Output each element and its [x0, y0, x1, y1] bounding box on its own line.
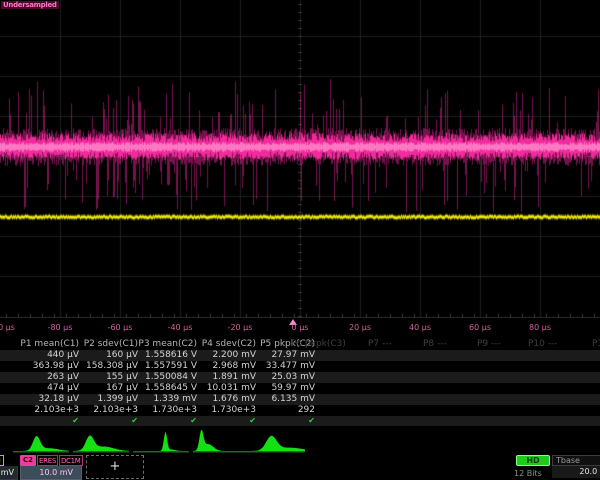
histicon[interactable]	[249, 430, 305, 454]
param-header-inactive[interactable]: P10 ---	[528, 339, 557, 350]
measure-cell: 10.031 mV	[197, 383, 256, 394]
param-header-inactive[interactable]: P8 ---	[423, 339, 447, 350]
measure-cell: 2.103e+3	[20, 405, 79, 416]
histicon[interactable]	[13, 430, 69, 454]
measure-cell: 440 µV	[20, 350, 79, 361]
param-header-p1[interactable]: P1 mean(C1)	[20, 339, 79, 350]
param-header-inactive[interactable]: P7 ---	[368, 339, 392, 350]
measure-row-max: 474 µV 167 µV 1.558645 V 10.031 mV 59.97…	[0, 383, 600, 394]
measure-cell: 1.730e+3	[197, 405, 256, 416]
timebase-value: 20.0 µs	[552, 466, 600, 478]
measurement-table: P1 mean(C1) P2 sdev(C1) P3 mean(C2) P4 s…	[0, 339, 600, 426]
time-axis-label: -60 µs	[108, 323, 133, 332]
measure-cell: 158.308 µV	[79, 361, 138, 372]
histicon-strip	[0, 428, 600, 455]
measure-cell: 1.558645 V	[138, 383, 197, 394]
timebase-descriptor[interactable]: Tbase 20.0 µs	[552, 455, 600, 478]
time-axis-label: -40 µs	[168, 323, 193, 332]
waveform-grid[interactable]: Undersampled	[0, 0, 600, 318]
status-check-icon: ✔	[20, 416, 79, 426]
histicon[interactable]	[133, 430, 189, 454]
status-check-icon: ✔	[79, 416, 138, 426]
channel-c2-scale: 10.0 mV	[20, 466, 82, 480]
measure-cell: 292	[256, 405, 315, 416]
measure-header-row: P1 mean(C1) P2 sdev(C1) P3 mean(C2) P4 s…	[0, 339, 600, 350]
time-axis-label: 60 µs	[469, 323, 491, 332]
time-axis-label: 20 µs	[349, 323, 371, 332]
oscilloscope-screen: Undersampled -100 µs -80 µs -60 µs -40 µs -2…	[0, 0, 600, 480]
measure-cell: 1.676 mV	[197, 394, 256, 405]
timebase-label: Tbase	[552, 455, 600, 466]
channel-c1-scale: 50.0 mV	[0, 466, 18, 480]
channel-c2-tab[interactable]: C2 ERES DC1M	[20, 455, 82, 466]
measure-cell: 25.03 mV	[256, 372, 315, 383]
channel-c2-descriptor[interactable]: C2 ERES DC1M 10.0 mV	[20, 455, 82, 480]
channel-c1-descriptor[interactable]: C1 DC1M 50.0 mV	[0, 455, 18, 480]
time-axis-label: -20 µs	[228, 323, 253, 332]
channel-c1-tab[interactable]: C1 DC1M	[0, 455, 18, 466]
measure-cell: 1.558616 V	[138, 350, 197, 361]
descriptor-bar: C1 DC1M 50.0 mV C2 ERES DC1M 10.0 mV + H…	[0, 455, 600, 480]
time-axis-label: -100 µs	[0, 323, 15, 332]
measure-cell: 2.103e+3	[79, 405, 138, 416]
measure-cell: 59.97 mV	[256, 383, 315, 394]
measure-cell: 1.339 mV	[138, 394, 197, 405]
measure-cell: 1.557591 V	[138, 361, 197, 372]
channel-c2-eres-badge: ERES	[37, 455, 58, 466]
measure-cell: 155 µV	[79, 372, 138, 383]
histicon[interactable]	[73, 430, 129, 454]
measure-row-value: 440 µV 160 µV 1.558616 V 2.200 mV 27.97 …	[0, 350, 600, 361]
status-check-icon: ✔	[197, 416, 256, 426]
measure-row-status: ✔ ✔ ✔ ✔ ✔	[0, 416, 600, 426]
measure-cell: 263 µV	[20, 372, 79, 383]
measure-row-num: 2.103e+3 2.103e+3 1.730e+3 1.730e+3 292	[0, 405, 600, 416]
histicon[interactable]	[193, 430, 249, 454]
status-check-icon: ✔	[256, 416, 315, 426]
measure-row-sdev: 32.18 µV 1.399 µV 1.339 mV 1.676 mV 6.13…	[0, 394, 600, 405]
measure-cell: 167 µV	[79, 383, 138, 394]
add-trace-button[interactable]: +	[86, 455, 144, 479]
param-header-p2[interactable]: P2 sdev(C1)	[79, 339, 138, 350]
plus-icon: +	[110, 459, 121, 474]
measure-row-mean: 363.98 µV 158.308 µV 1.557591 V 2.968 mV…	[0, 361, 600, 372]
channel-c1-coupling-badge: DC1M	[0, 455, 4, 466]
time-axis: -100 µs -80 µs -60 µs -40 µs -20 µs 0 µs 20 µs…	[0, 318, 600, 339]
time-axis-label: -80 µs	[48, 323, 73, 332]
measure-cell: 27.97 mV	[256, 350, 315, 361]
measure-cell: 1.730e+3	[138, 405, 197, 416]
measure-cell: 33.477 mV	[256, 361, 315, 372]
hd-bits-label: 12 Bits	[514, 469, 542, 478]
measure-cell: 474 µV	[20, 383, 79, 394]
param-header-inactive[interactable]: P9 ---	[477, 339, 501, 350]
param-header-p4[interactable]: P4 sdev(C2)	[197, 339, 256, 350]
measure-cell: 160 µV	[79, 350, 138, 361]
waveform-canvas[interactable]	[0, 0, 600, 318]
measure-cell: 32.18 µV	[20, 394, 79, 405]
time-axis-label: 40 µs	[409, 323, 431, 332]
undersampled-warning: Undersampled	[1, 1, 59, 9]
measure-cell: 1.891 mV	[197, 372, 256, 383]
param-header-p3[interactable]: P3 mean(C2)	[138, 339, 197, 350]
measure-cell: 1.399 µV	[79, 394, 138, 405]
measure-cell: 2.200 mV	[197, 350, 256, 361]
param-header-inactive[interactable]: P6 pkpk(C3)	[291, 339, 346, 350]
measure-cell: 363.98 µV	[20, 361, 79, 372]
measure-row-min: 263 µV 155 µV 1.550084 V 1.891 mV 25.03 …	[0, 372, 600, 383]
param-header-inactive[interactable]: P1	[592, 339, 600, 350]
channel-c2-label: C2	[20, 455, 36, 466]
measure-cell: 1.550084 V	[138, 372, 197, 383]
hd-mode-badge[interactable]: HD	[516, 455, 550, 466]
time-axis-label: 0 µs	[292, 323, 309, 332]
measure-cell: 6.135 mV	[256, 394, 315, 405]
status-check-icon: ✔	[138, 416, 197, 426]
measure-cell: 2.968 mV	[197, 361, 256, 372]
time-axis-label: 80 µs	[529, 323, 551, 332]
channel-c2-coupling-badge: DC1M	[59, 455, 83, 466]
